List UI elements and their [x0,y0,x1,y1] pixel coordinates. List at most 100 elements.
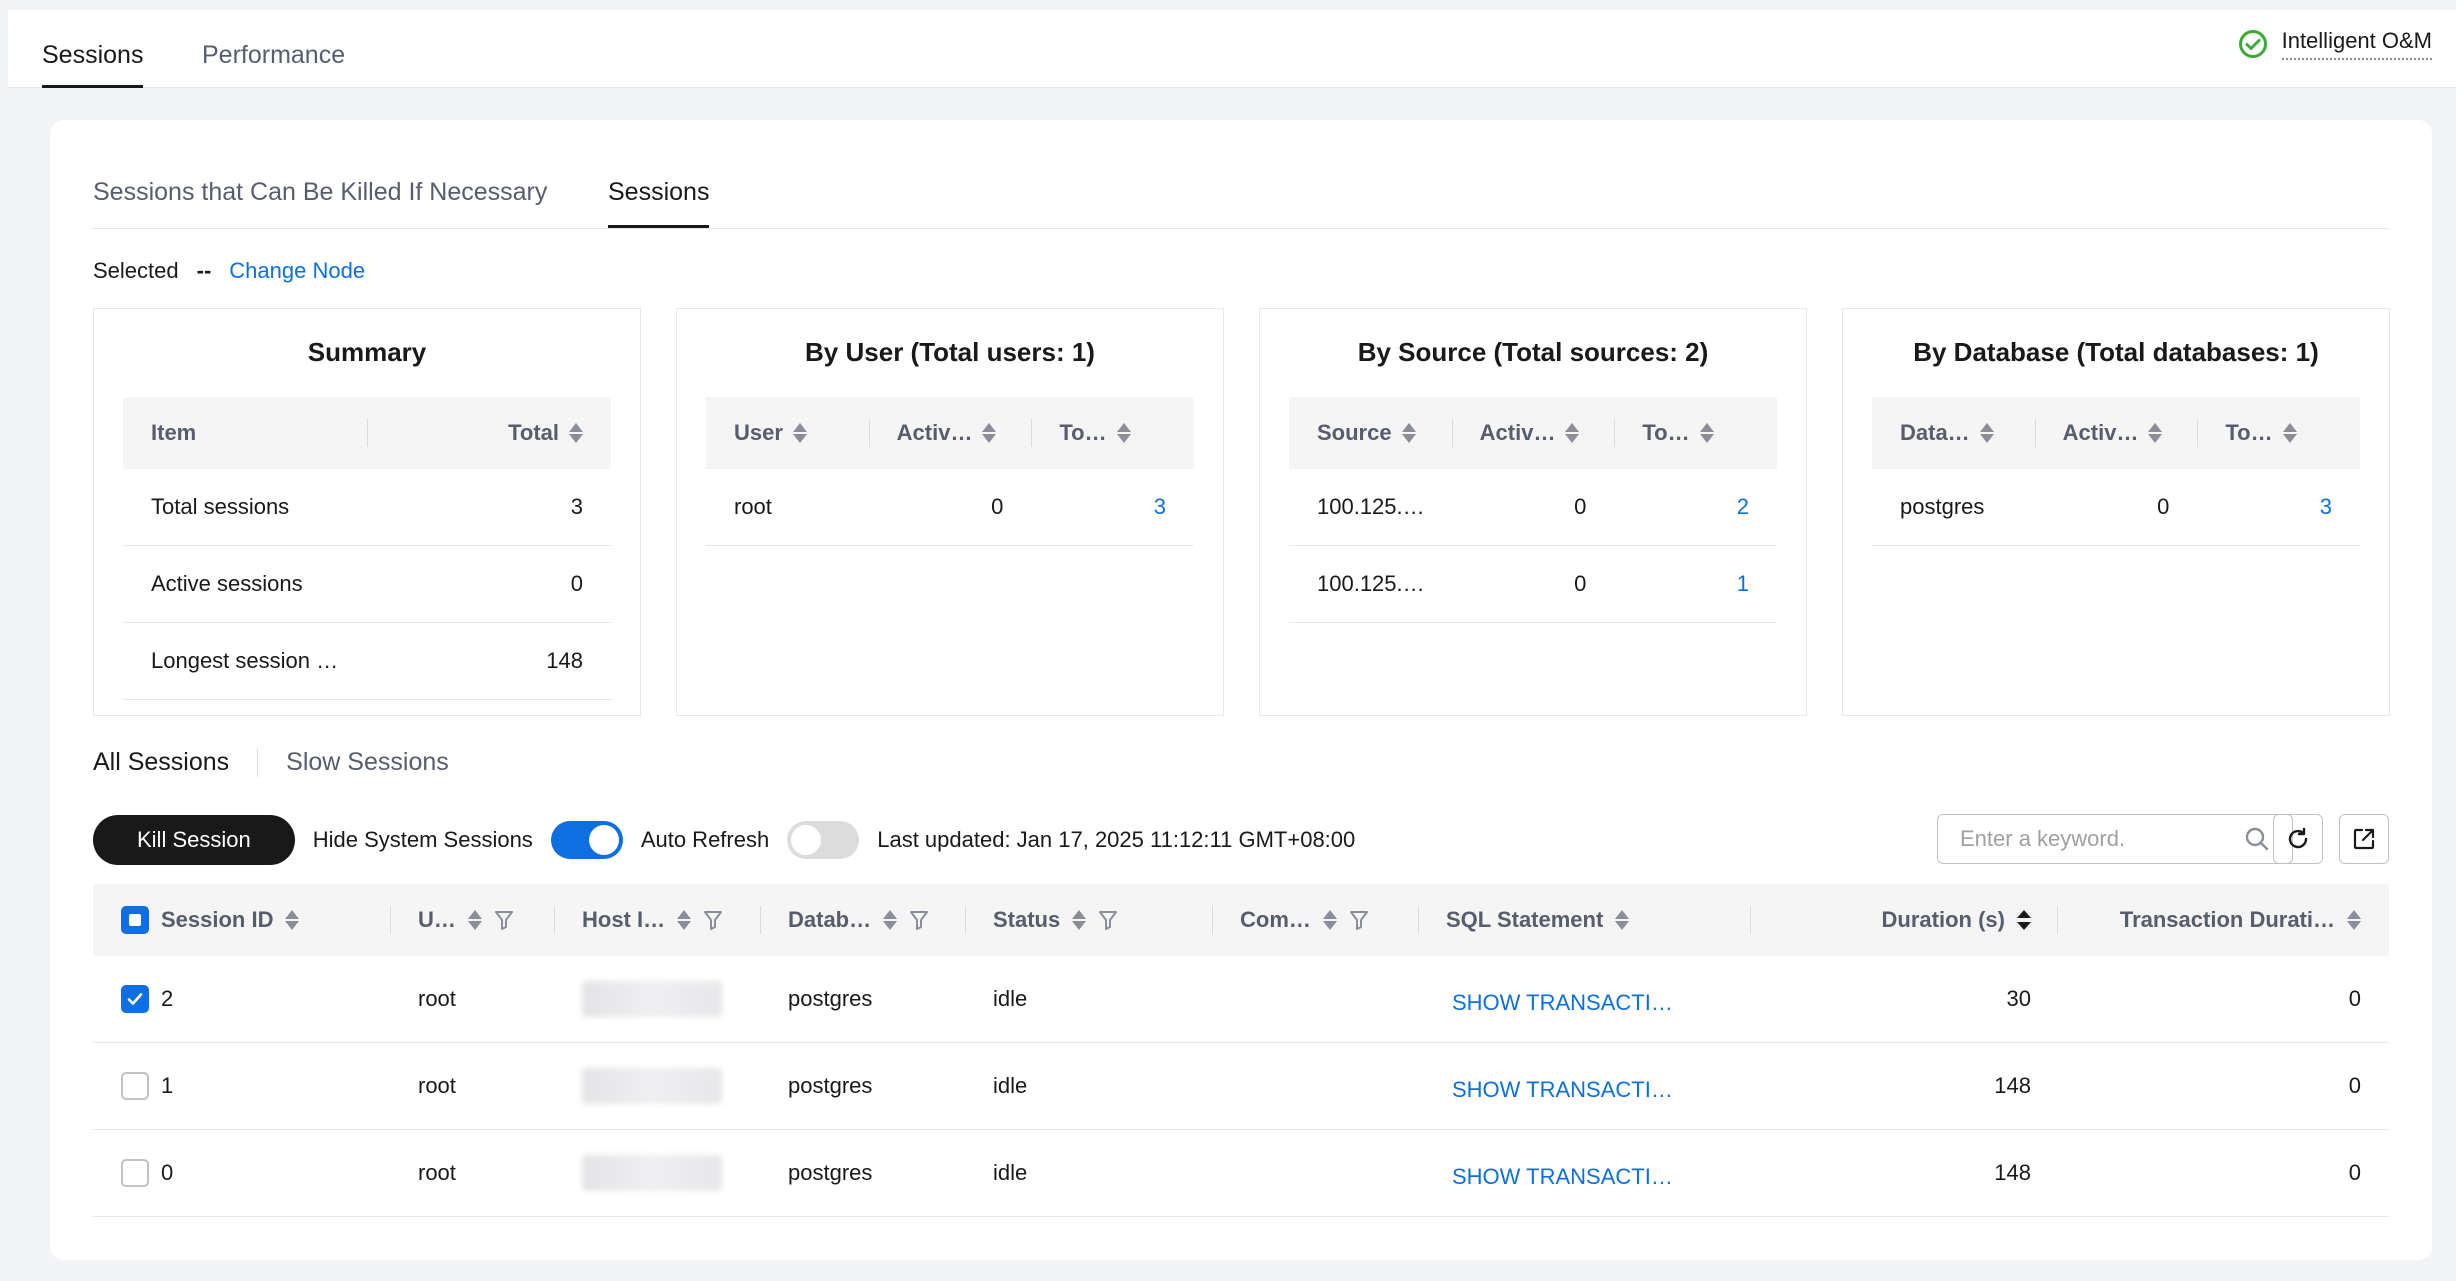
sort-icon[interactable] [285,909,300,931]
col-session-id[interactable]: Session ID [93,884,390,956]
sort-icon[interactable] [1565,422,1580,444]
cell-total: 148 [546,648,583,673]
sort-icon[interactable] [2347,909,2361,931]
sort-icon[interactable] [467,909,482,931]
by-source-card: By Source (Total sources: 2) Source Acti… [1259,308,1807,716]
cell-source: 100.125.… [1317,571,1425,596]
kill-session-button[interactable]: Kill Session [93,815,295,865]
col-transaction-duration[interactable]: Transaction Durati… [2057,884,2387,956]
filter-icon[interactable] [494,909,514,931]
col-active[interactable]: Activ… [868,397,1032,469]
col-active[interactable]: Activ… [2034,397,2198,469]
filter-icon[interactable] [1349,909,1369,931]
auto-refresh-label: Auto Refresh [640,827,770,852]
tab-sessions[interactable]: Sessions [42,30,144,88]
cell-total-link[interactable]: 2 [1614,494,1777,520]
sort-icon[interactable] [982,422,997,444]
cell-total: 0 [570,571,583,596]
sort-icon[interactable] [1072,909,1087,931]
filter-icon[interactable] [909,909,929,931]
col-user[interactable]: User [706,420,869,446]
cell-total-link[interactable]: 3 [1031,494,1194,520]
search-placeholder: Enter a keyword. [1960,826,2126,851]
cell-duration: 148 [1994,1160,2031,1185]
toggle-knob [588,825,619,855]
row-checkbox[interactable] [121,1072,149,1100]
tab-killable-sessions[interactable]: Sessions that Can Be Killed If Necessary [93,178,547,228]
tab-separator [257,748,259,777]
hide-system-toggle[interactable] [550,821,623,859]
row-checkbox[interactable] [121,1159,149,1187]
export-icon [2353,828,2375,850]
table-row[interactable]: 1 root postgres idle SHOW TRANSACTI… 148… [93,1043,2389,1130]
sort-icon[interactable] [1615,909,1630,931]
table-row: root 0 3 [706,469,1194,546]
selected-value: -- [196,258,212,283]
col-total[interactable]: To… [1031,397,1194,469]
tab-slow-sessions[interactable]: Slow Sessions [286,748,449,777]
tab-sessions-sub[interactable]: Sessions [608,178,710,228]
cell-sql: SHOW TRANSACTI… [1418,956,1750,1042]
hide-system-label: Hide System Sessions [312,827,533,852]
col-source[interactable]: Source [1289,420,1452,446]
sort-icon[interactable] [1979,422,1994,444]
col-item: Item [151,420,197,445]
col-total[interactable]: Total [367,397,611,469]
tab-all-sessions[interactable]: All Sessions [93,748,229,777]
sort-icon[interactable] [883,909,898,931]
col-total[interactable]: To… [2197,397,2360,469]
intelligent-om-label[interactable]: Intelligent O&M [2281,28,2432,60]
sessions-toolbar: Kill Session Hide System Sessions Auto R… [93,814,2389,866]
top-tab-bar: Sessions Performance Intelligent O&M [8,10,2456,88]
col-database[interactable]: Datab… [760,884,965,956]
cell-total-link[interactable]: 3 [2197,494,2360,520]
sort-icon[interactable] [1699,422,1714,444]
cell-item: Total sessions [151,494,290,519]
col-total[interactable]: To… [1614,397,1777,469]
cell-host-ip [554,1043,760,1129]
col-active[interactable]: Activ… [1451,397,1615,469]
cell-status: idle [993,1073,1028,1098]
sql-statement-link[interactable]: SHOW TRANSACTI… [1452,1077,1673,1103]
table-row[interactable]: 2 root postgres idle SHOW TRANSACTI… 30 … [93,956,2389,1043]
col-command[interactable]: Com… [1212,884,1418,956]
col-host-ip[interactable]: Host I… [554,884,760,956]
selected-label: Selected [93,258,179,283]
sort-icon[interactable] [569,422,583,444]
sort-icon[interactable] [792,422,807,444]
row-checkbox[interactable] [121,985,149,1013]
col-duration[interactable]: Duration (s) [1750,884,2057,956]
col-sql-statement[interactable]: SQL Statement [1418,884,1750,956]
table-row: Longest session … 148 [123,623,611,700]
cell-active: 0 [991,494,1004,519]
cell-status: idle [993,1160,1028,1185]
col-database[interactable]: Data… [1872,420,2035,446]
col-status[interactable]: Status [965,884,1212,956]
col-user[interactable]: U… [390,884,554,956]
sort-icon[interactable] [1322,909,1337,931]
auto-refresh-toggle[interactable] [787,821,860,859]
filter-icon[interactable] [703,909,723,931]
table-row[interactable]: 0 root postgres idle SHOW TRANSACTI… 148… [93,1130,2389,1217]
sql-statement-link[interactable]: SHOW TRANSACTI… [1452,1164,1673,1190]
sort-desc-icon[interactable] [2017,909,2031,931]
sort-icon[interactable] [2148,422,2163,444]
sort-icon[interactable] [677,909,692,931]
table-header: Session ID U… Host I… Datab… Status Com… [93,884,2389,956]
cell-total-link[interactable]: 1 [1614,571,1777,597]
sort-icon[interactable] [2282,422,2297,444]
export-button[interactable] [2339,814,2389,864]
cell-host-ip [554,1130,760,1216]
select-all-checkbox[interactable] [121,906,149,934]
sort-icon[interactable] [1401,422,1416,444]
sort-icon[interactable] [1116,422,1131,444]
sql-statement-link[interactable]: SHOW TRANSACTI… [1452,990,1673,1016]
intelligent-om-status[interactable]: Intelligent O&M [2238,28,2432,60]
cell-source: 100.125.… [1317,494,1425,519]
filter-icon[interactable] [1098,909,1118,931]
refresh-button[interactable] [2273,814,2323,864]
change-node-link[interactable]: Change Node [229,258,365,284]
search-input[interactable]: Enter a keyword. [1937,814,2293,864]
cell-user: root [734,494,772,519]
tab-performance[interactable]: Performance [202,30,345,88]
